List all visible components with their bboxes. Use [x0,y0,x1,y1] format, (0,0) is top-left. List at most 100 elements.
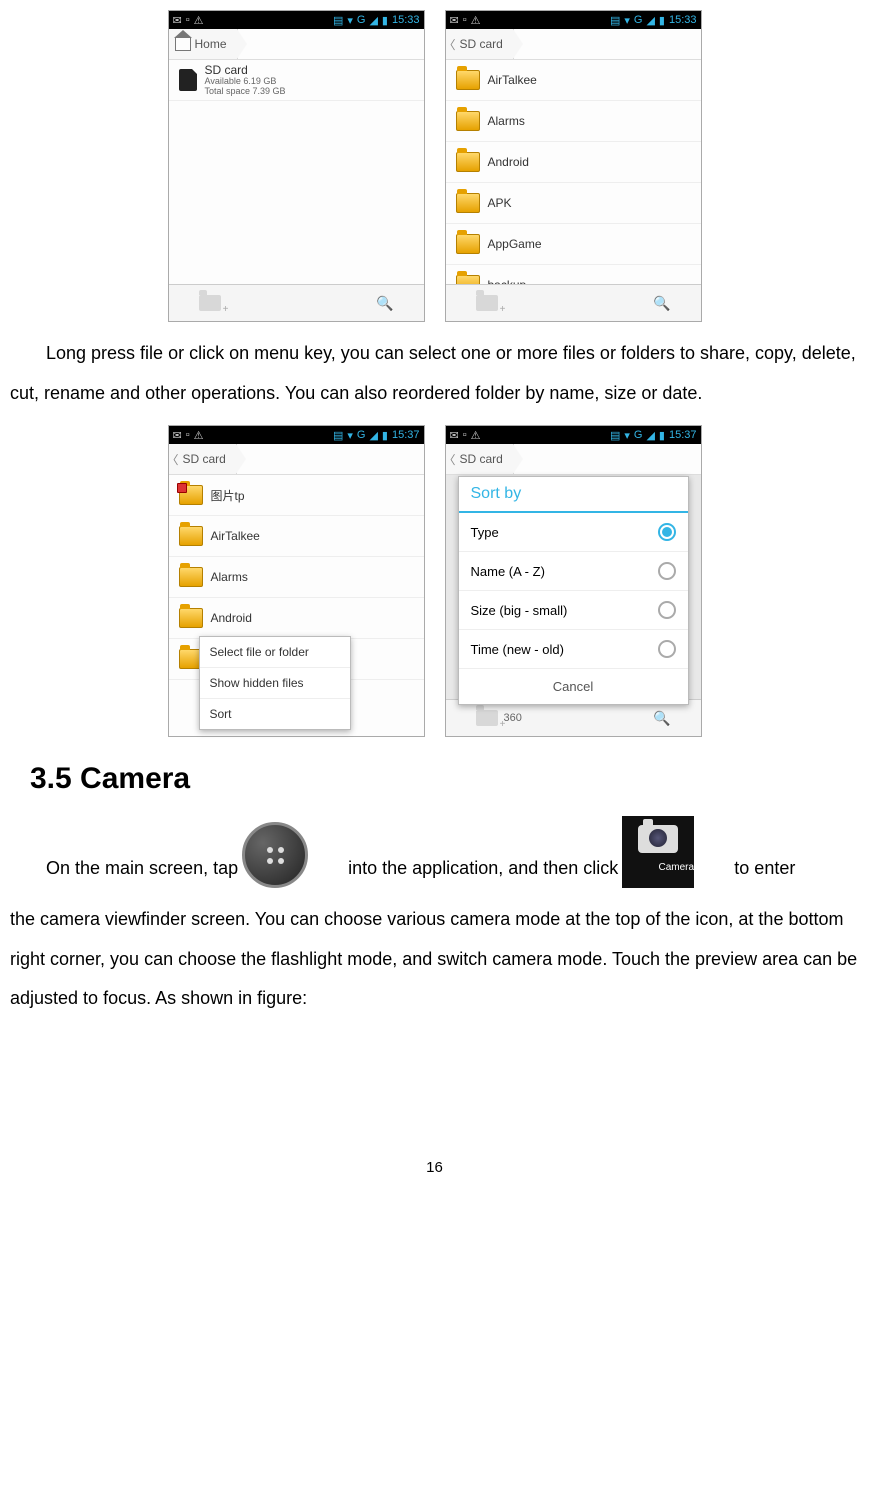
network-icon: G [357,14,366,26]
section-heading: 3.5 Camera [30,762,859,796]
breadcrumb-label: SD card [460,37,503,51]
warning-icon: ⚠ [471,429,481,442]
item-title: APK [488,196,512,210]
mail-icon: ✉ [173,14,182,27]
breadcrumb[interactable]: 〈 SD card [446,444,701,475]
new-folder-icon[interactable] [199,295,221,311]
vibrate-icon: ▤ [333,14,343,27]
chevron-left-icon: 〈 [167,451,179,468]
card-icon: ▫ [463,429,467,441]
card-icon: ▫ [186,429,190,441]
list-item[interactable]: SD card Available 6.19 GB Total space 7.… [169,60,424,101]
folder-icon [179,608,203,628]
list-item[interactable]: Android [446,142,701,183]
paragraph-2-line1: On the main screen, tap into the applica… [10,816,859,888]
mail-icon: ✉ [450,14,459,27]
list-item[interactable]: Alarms [169,557,424,598]
phone-home: ✉ ▫ ⚠ ▤ ▾ G ◢ ▮ 15:33 Home [168,10,425,322]
folder-icon [179,567,203,587]
folder-icon [456,193,480,213]
status-bar: ✉ ▫ ⚠ ▤ ▾ G ◢ ▮ 15:37 [169,426,424,444]
status-time: 15:37 [392,429,420,441]
vibrate-icon: ▤ [333,429,343,442]
breadcrumb[interactable]: 〈 SD card [169,444,424,475]
sort-option-time[interactable]: Time (new - old) [459,630,688,669]
signal-icon: ◢ [369,14,377,27]
wifi-icon: ▾ [624,429,630,442]
wifi-icon: ▾ [624,14,630,27]
wifi-icon: ▾ [347,14,353,27]
status-time: 15:37 [669,429,697,441]
camera-label: Camera [623,857,695,879]
dialog-title: Sort by [459,477,688,513]
cancel-button[interactable]: Cancel [459,669,688,704]
sort-dialog: Sort by Type Name (A - Z) Size (big - sm… [458,476,689,705]
status-time: 15:33 [392,14,420,26]
list-item[interactable]: AirTalkee [169,516,424,557]
network-icon: G [634,14,643,26]
list-item[interactable]: AirTalkee [446,60,701,101]
menu-item-sort[interactable]: Sort [200,699,350,729]
option-label: Size (big - small) [471,603,568,618]
vibrate-icon: ▤ [610,14,620,27]
network-icon: G [357,429,366,441]
chevron-left-icon: 〈 [444,36,456,53]
breadcrumb-label: SD card [460,452,503,466]
option-label: Type [471,525,499,540]
warning-icon: ⚠ [194,14,204,27]
status-time: 15:33 [669,14,697,26]
camera-app-icon: Camera [622,816,694,888]
list-item[interactable]: backup [446,265,701,284]
battery-icon: ▮ [382,14,388,27]
option-label: Name (A - Z) [471,564,545,579]
new-folder-icon[interactable] [476,710,498,726]
sort-option-type[interactable]: Type [459,513,688,552]
file-list: SD card Available 6.19 GB Total space 7.… [169,60,424,284]
item-sub: Total space 7.39 GB [205,87,286,97]
new-folder-icon[interactable] [476,295,498,311]
vibrate-icon: ▤ [610,429,620,442]
file-list: AirTalkee Alarms Android APK AppGame bac… [446,60,701,284]
list-item[interactable]: Alarms [446,101,701,142]
search-icon[interactable]: 🔍 [653,295,670,312]
screenshot-row-2: ✉ ▫ ⚠ ▤ ▾ G ◢ ▮ 15:37 〈 SD card [10,425,859,737]
signal-icon: ◢ [646,429,654,442]
folder-icon [456,70,480,90]
mail-icon: ✉ [173,429,182,442]
breadcrumb[interactable]: 〈 SD card [446,29,701,60]
sort-option-name[interactable]: Name (A - Z) [459,552,688,591]
list-item[interactable]: Android [169,598,424,639]
breadcrumb[interactable]: Home [169,29,424,60]
folder-image-icon [179,485,203,505]
radio-icon [658,601,676,619]
item-title: 360 [504,712,522,724]
warning-icon: ⚠ [194,429,204,442]
list-item[interactable]: AppGame [446,224,701,265]
list-item[interactable]: 图片tp [169,475,424,516]
folder-icon [456,275,480,284]
item-title: Alarms [211,570,248,584]
bottom-toolbar: 🔍 [446,284,701,321]
home-icon [175,37,191,51]
page-number: 16 [10,1159,859,1176]
apps-icon [242,822,308,888]
sort-option-size[interactable]: Size (big - small) [459,591,688,630]
item-title: AppGame [488,237,542,251]
battery-icon: ▮ [659,429,665,442]
phone-context-menu: ✉ ▫ ⚠ ▤ ▾ G ◢ ▮ 15:37 〈 SD card [168,425,425,737]
item-title: AirTalkee [488,73,537,87]
list-item[interactable]: APK [446,183,701,224]
screenshot-row-1: ✉ ▫ ⚠ ▤ ▾ G ◢ ▮ 15:33 Home [10,10,859,322]
item-title: SD card [205,64,286,77]
folder-icon [456,111,480,131]
menu-item-hidden[interactable]: Show hidden files [200,668,350,699]
search-icon[interactable]: 🔍 [376,295,393,312]
mail-icon: ✉ [450,429,459,442]
search-icon[interactable]: 🔍 [653,710,670,727]
card-icon: ▫ [463,14,467,26]
menu-item-select[interactable]: Select file or folder [200,637,350,668]
chevron-left-icon: 〈 [444,451,456,468]
status-bar: ✉ ▫ ⚠ ▤ ▾ G ◢ ▮ 15:33 [169,11,424,29]
folder-icon [456,152,480,172]
radio-icon [658,640,676,658]
